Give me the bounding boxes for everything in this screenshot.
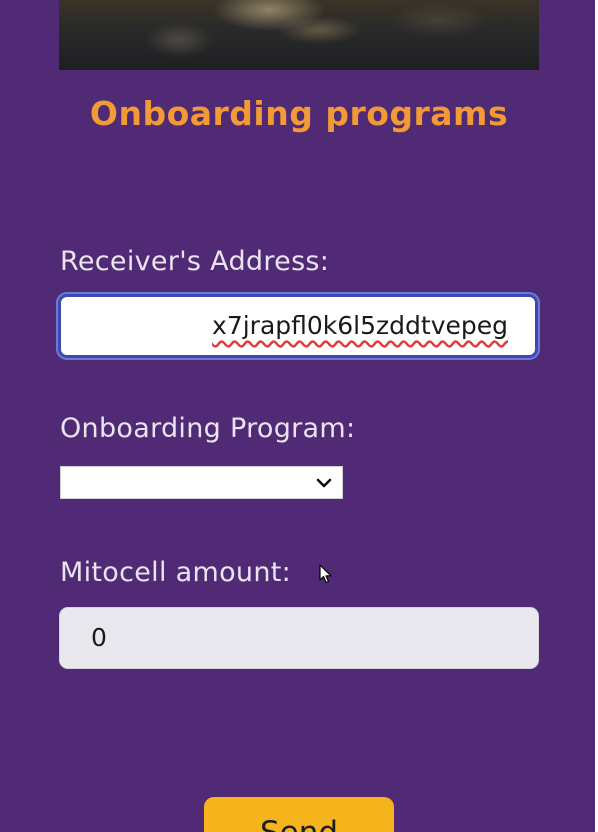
onboarding-page: Onboarding programs Receiver's Address: … <box>0 0 598 832</box>
mitocell-amount-input[interactable]: 0 <box>59 607 539 669</box>
mouse-cursor-icon <box>319 564 332 584</box>
send-button[interactable]: Send <box>204 797 394 832</box>
receiver-address-value: x7jrapfl0k6l5zddtvepeg <box>212 311 508 340</box>
mitocell-amount-value: 0 <box>91 623 107 652</box>
onboarding-program-select[interactable] <box>60 466 343 499</box>
receiver-address-input[interactable]: x7jrapfl0k6l5zddtvepeg <box>58 294 538 358</box>
header-photo <box>59 0 539 70</box>
page-title: Onboarding programs <box>89 94 509 133</box>
chevron-down-icon <box>316 478 332 488</box>
mitocell-amount-label: Mitocell amount: <box>60 557 292 588</box>
receiver-address-label: Receiver's Address: <box>60 246 330 277</box>
onboarding-program-label: Onboarding Program: <box>60 413 356 444</box>
